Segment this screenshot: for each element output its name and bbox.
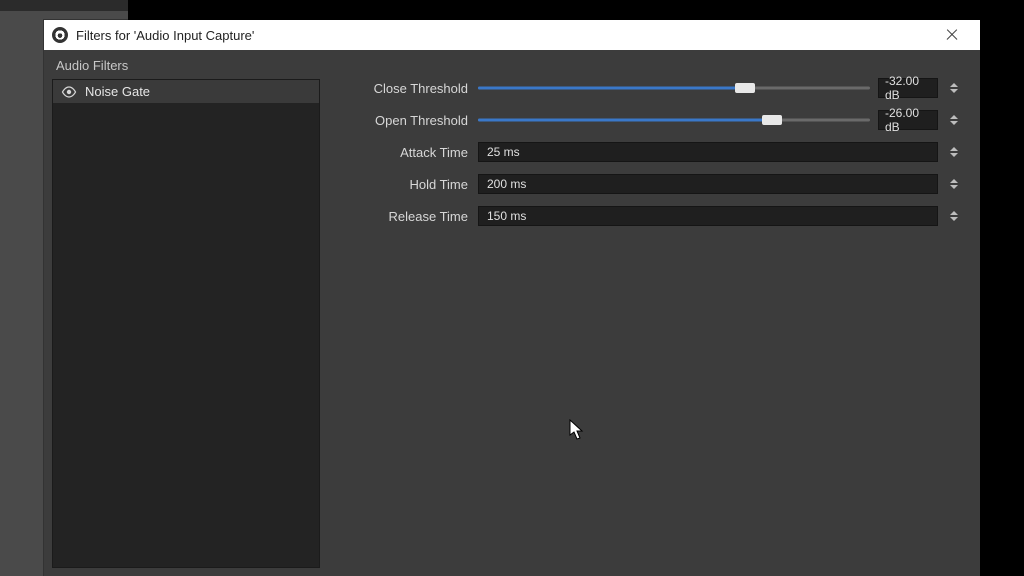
value-open-threshold[interactable]: -26.00 dB	[878, 110, 938, 130]
titlebar[interactable]: Filters for 'Audio Input Capture'	[44, 20, 980, 50]
row-close-threshold: Close Threshold -32.00 dB	[328, 76, 962, 100]
row-open-threshold: Open Threshold -26.00 dB	[328, 108, 962, 132]
spinner-attack-time[interactable]	[946, 142, 962, 162]
input-hold-time[interactable]: 200 ms	[478, 174, 938, 194]
close-icon	[945, 28, 959, 42]
background-panel-top	[0, 0, 128, 11]
label-attack-time: Attack Time	[328, 145, 470, 160]
chevron-up-icon	[950, 179, 958, 183]
value-close-threshold[interactable]: -32.00 dB	[878, 78, 938, 98]
slider-fill	[478, 87, 745, 90]
chevron-down-icon	[950, 121, 958, 125]
chevron-down-icon	[950, 185, 958, 189]
chevron-up-icon	[950, 83, 958, 87]
label-release-time: Release Time	[328, 209, 470, 224]
chevron-up-icon	[950, 147, 958, 151]
filter-item-label: Noise Gate	[85, 84, 150, 99]
chevron-up-icon	[950, 211, 958, 215]
sidebar: Audio Filters Noise Gate	[44, 50, 328, 576]
row-release-time: Release Time 150 ms	[328, 204, 962, 228]
spinner-release-time[interactable]	[946, 206, 962, 226]
slider-open-threshold[interactable]	[478, 110, 870, 130]
dialog-title: Filters for 'Audio Input Capture'	[76, 28, 924, 43]
row-hold-time: Hold Time 200 ms	[328, 172, 962, 196]
dialog-body: Audio Filters Noise Gate Close Threshold	[44, 50, 980, 576]
close-button[interactable]	[932, 21, 972, 49]
sidebar-header: Audio Filters	[52, 56, 320, 79]
visibility-icon[interactable]	[61, 86, 77, 98]
row-attack-time: Attack Time 25 ms	[328, 140, 962, 164]
chevron-up-icon	[950, 115, 958, 119]
filter-list[interactable]: Noise Gate	[52, 79, 320, 568]
slider-fill	[478, 119, 772, 122]
chevron-down-icon	[950, 153, 958, 157]
filter-item-noise-gate[interactable]: Noise Gate	[53, 80, 319, 103]
settings-panel: Close Threshold -32.00 dB Open Threshold	[328, 50, 980, 576]
input-attack-time[interactable]: 25 ms	[478, 142, 938, 162]
filters-dialog: Filters for 'Audio Input Capture' Audio …	[44, 20, 980, 576]
spinner-open-threshold[interactable]	[946, 110, 962, 130]
spinner-close-threshold[interactable]	[946, 78, 962, 98]
slider-thumb[interactable]	[762, 115, 782, 125]
label-hold-time: Hold Time	[328, 177, 470, 192]
chevron-down-icon	[950, 217, 958, 221]
chevron-down-icon	[950, 89, 958, 93]
obs-icon	[52, 27, 68, 43]
label-close-threshold: Close Threshold	[328, 81, 470, 96]
slider-thumb[interactable]	[735, 83, 755, 93]
label-open-threshold: Open Threshold	[328, 113, 470, 128]
input-release-time[interactable]: 150 ms	[478, 206, 938, 226]
slider-close-threshold[interactable]	[478, 78, 870, 98]
spinner-hold-time[interactable]	[946, 174, 962, 194]
